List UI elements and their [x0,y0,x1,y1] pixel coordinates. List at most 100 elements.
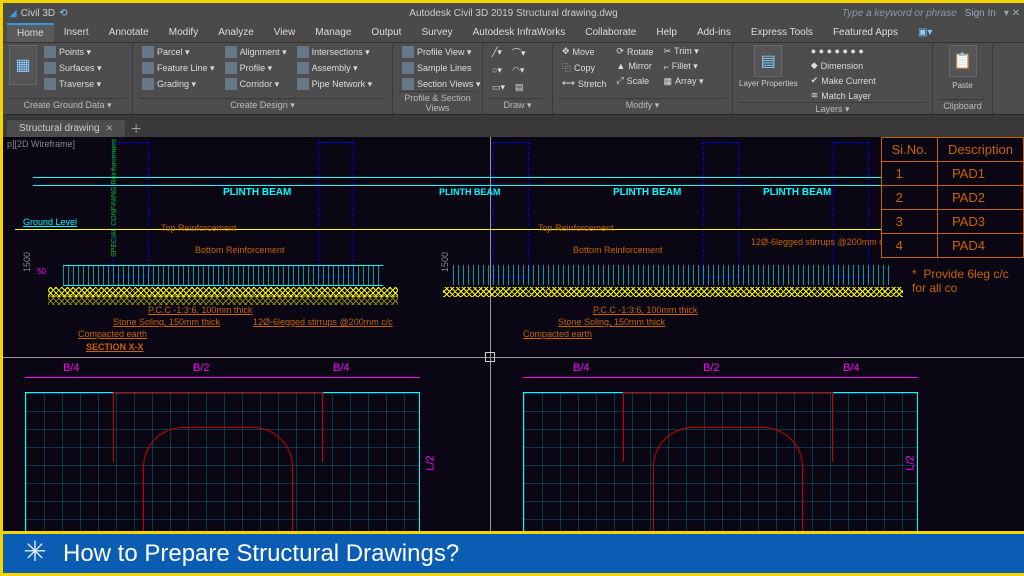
crosshair-horizontal [3,357,1024,358]
table-row: 1PAD1 [881,162,1023,186]
dim-b2: B/2 [703,362,720,374]
doc-tab-structural[interactable]: Structural drawing ✕ [7,120,125,137]
table-row: 2PAD2 [881,186,1023,210]
column-grid [833,142,869,277]
dim-b4: B/4 [573,362,590,374]
intersections-tool[interactable]: Intersections ▾ [294,45,376,59]
cad-line [33,185,473,186]
tab-modify[interactable]: Modify [159,24,208,41]
window-title: Autodesk Civil 3D 2019 Structural drawin… [409,8,617,19]
tab-infraworks[interactable]: Autodesk InfraWorks [463,24,576,41]
compass-icon: ✳ [17,533,53,569]
profileview-tool[interactable]: Profile View ▾ [399,45,483,59]
line-tool[interactable]: ╱▾ [489,45,505,60]
viewport-label[interactable]: p][2D Wireframe] [7,139,75,149]
tab-output[interactable]: Output [361,24,411,41]
mirror-tool[interactable]: ▲ Mirror [613,60,656,72]
assembly-tool[interactable]: Assembly ▾ [294,61,376,75]
panel-draw-title[interactable]: Draw ▾ [489,98,546,112]
panel-layers-title[interactable]: Layers ▾ [739,102,926,116]
hatch-tool[interactable]: ▤ [512,81,527,94]
tab-overflow-icon[interactable]: ▣▾ [908,24,942,41]
corridor-tool[interactable]: Corridor ▾ [222,77,290,91]
surfaces-tool[interactable]: Surfaces ▾ [41,61,105,75]
tab-home[interactable]: Home [7,23,54,42]
scale-tool[interactable]: ⤢ Scale [613,74,656,87]
dimension-layer[interactable]: ◆ Dimension [808,59,879,72]
profile-tool[interactable]: Profile ▾ [222,61,290,75]
document-tabs: Structural drawing ✕ ＋ [3,115,1024,137]
array-tool[interactable]: ▦ Array ▾ [661,75,707,88]
cad-line [33,177,473,178]
dim-l2: L/2 [905,455,917,470]
parcel-tool[interactable]: Parcel ▾ [139,45,218,59]
alignment-tool[interactable]: Alignment ▾ [222,45,290,59]
rect-tool[interactable]: ▭▾ [489,81,508,94]
tab-help[interactable]: Help [646,24,687,41]
dim-line [25,377,420,378]
stone-label: Stone Soling, 150mm thick [113,317,220,327]
samplelines-tool[interactable]: Sample Lines [399,61,483,75]
sectionviews-tool[interactable]: Section Views ▾ [399,77,483,91]
pad-table: Si.No.Description 1PAD1 2PAD2 3PAD3 4PAD… [881,137,1024,258]
search-hint[interactable]: Type a keyword or phrase [842,8,957,19]
circle-tool[interactable]: ○▾ [489,64,505,77]
toolspace-button[interactable]: ▦ [9,45,37,85]
trim-tool[interactable]: ✂ Trim ▾ [661,45,707,58]
compacted-label: Compacted earth [523,329,592,339]
tab-view[interactable]: View [264,24,306,41]
tab-featured[interactable]: Featured Apps [823,24,908,41]
pcc-label: P.C.C -1:3:6, 100mm thick [593,305,697,315]
paste-button[interactable]: 📋 [949,45,977,77]
stirrup-label: 12Ø-6legged stirrups @200mm c/c [751,237,891,247]
table-row: 4PAD4 [881,234,1023,258]
makecurrent-tool[interactable]: ✔ Make Current [808,74,879,87]
tab-collaborate[interactable]: Collaborate [575,24,646,41]
tab-survey[interactable]: Survey [411,24,462,41]
polyline-tool[interactable]: ⌒▾ [509,45,529,60]
tab-annotate[interactable]: Annotate [99,24,159,41]
help-icon[interactable]: ▾ ✕ [1004,8,1020,19]
dim-line [523,377,918,378]
tab-addins[interactable]: Add-ins [687,24,741,41]
grading-tool[interactable]: Grading ▾ [139,77,218,91]
stretch-tool[interactable]: ⟷ Stretch [559,77,609,90]
crosshair-vertical [490,137,491,541]
panel-ground-title[interactable]: Create Ground Data ▾ [9,98,126,112]
panel-modify-title[interactable]: Modify ▾ [559,98,726,112]
fillet-tool[interactable]: ⌐ Fillet ▾ [661,60,707,73]
tab-manage[interactable]: Manage [305,24,361,41]
rotate-tool[interactable]: ⟳ Rotate [613,45,656,58]
layer-swatch-row[interactable]: ● ● ● ● ● ● ● [808,45,879,57]
tab-insert[interactable]: Insert [54,24,99,41]
layerprops-button[interactable]: ▤ [754,45,782,77]
cad-line [63,285,383,286]
signin-link[interactable]: Sign In [965,8,996,19]
tab-express[interactable]: Express Tools [741,24,823,41]
new-tab-button[interactable]: ＋ [127,119,145,137]
qat-share-icon[interactable]: ⟲ [59,8,67,19]
close-tab-icon[interactable]: ✕ [106,123,114,134]
column-grid [703,142,739,277]
ribbon: ▦ Points ▾ Surfaces ▾ Traverse ▾ Create … [3,43,1024,115]
footer-banner: ✳ How to Prepare Structural Drawings? [3,531,1024,573]
dim-l2: L/2 [425,455,437,470]
tab-analyze[interactable]: Analyze [208,24,264,41]
window-titlebar: ◢ Civil 3D ⟲ Autodesk Civil 3D 2019 Stru… [3,3,1024,23]
featureline-tool[interactable]: Feature Line ▾ [139,61,218,75]
column-grid [113,142,149,277]
panel-clip-title: Clipboard [939,99,986,112]
points-tool[interactable]: Points ▾ [41,45,105,59]
app-icon: ◢ [9,8,17,19]
footing-hatch [63,265,383,285]
copy-tool[interactable]: ⿻ Copy [559,60,609,75]
panel-design-title[interactable]: Create Design ▾ [139,98,386,112]
pipenetwork-tool[interactable]: Pipe Network ▾ [294,77,376,91]
plinth-label: PLINTH BEAM [613,187,681,198]
arc-tool[interactable]: ◠▾ [509,64,527,77]
traverse-tool[interactable]: Traverse ▾ [41,77,105,91]
move-tool[interactable]: ✥ Move [559,45,609,58]
matchlayer-tool[interactable]: ≋ Match Layer [808,89,879,102]
paste-label: Paste [952,81,972,90]
drawing-canvas[interactable]: p][2D Wireframe] PLINTH BEAM Ground Leve… [3,137,1024,541]
